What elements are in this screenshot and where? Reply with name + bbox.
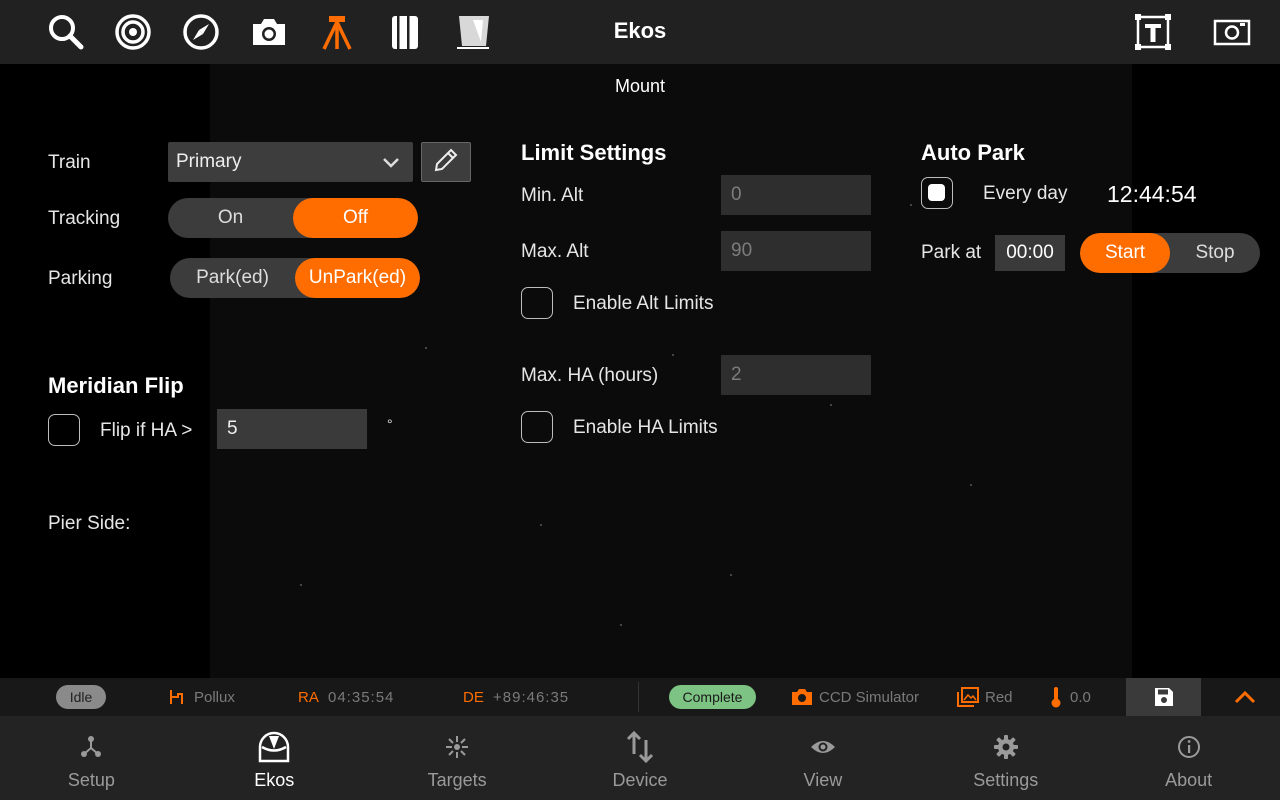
target-icon[interactable]: [113, 12, 153, 52]
screen-icon[interactable]: [1212, 12, 1252, 52]
nav-settings-label: Settings: [973, 770, 1039, 790]
bottom-navigation: Setup Ekos Targets Device View Settings: [0, 716, 1280, 800]
current-time: 12:44:54: [1107, 181, 1197, 207]
nav-about[interactable]: About: [1097, 716, 1280, 800]
train-select[interactable]: Primary: [168, 142, 413, 182]
temperature-status: 0.0: [1050, 678, 1091, 716]
mount-icon: [168, 688, 186, 706]
status-divider: [638, 682, 639, 712]
mount-panel: Mount Train Primary Tracking On Off Park…: [0, 64, 1280, 678]
parking-toggle: Park(ed) UnPark(ed): [170, 258, 420, 298]
filter-status: Red: [957, 678, 1013, 716]
park-option[interactable]: Park(ed): [170, 258, 295, 298]
park-at-input[interactable]: 00:00: [995, 235, 1065, 271]
every-day-checkbox[interactable]: [921, 177, 953, 209]
compass-icon[interactable]: [181, 12, 221, 52]
thermometer-icon: [1050, 686, 1062, 708]
notebook-icon[interactable]: [385, 12, 425, 52]
camera-name: CCD Simulator: [819, 688, 920, 706]
max-ha-input[interactable]: 2: [721, 355, 871, 395]
nav-ekos[interactable]: Ekos: [183, 716, 366, 800]
de-value: +89:46:35: [493, 688, 570, 706]
tripod-icon[interactable]: [317, 12, 357, 52]
min-alt-label: Min. Alt: [521, 185, 584, 206]
setup-icon: [78, 730, 104, 764]
module-title: Mount: [614, 76, 666, 96]
targets-icon: [444, 730, 470, 764]
top-toolbar: Ekos: [0, 0, 1280, 64]
nav-ekos-label: Ekos: [254, 770, 295, 790]
mount-status-badge: Idle: [56, 685, 106, 709]
auto-park-toggle: Start Stop: [1080, 233, 1260, 273]
tracking-toggle: On Off: [168, 198, 418, 238]
auto-park-heading: Auto Park: [921, 140, 1025, 165]
enable-ha-limits-label: Enable HA Limits: [573, 417, 718, 438]
ra-label: RA: [298, 688, 319, 706]
text-frame-icon[interactable]: [1133, 12, 1173, 52]
nav-settings[interactable]: Settings: [914, 716, 1097, 800]
tracking-label: Tracking: [48, 208, 121, 229]
tracking-on-option[interactable]: On: [168, 198, 293, 238]
save-button[interactable]: [1126, 678, 1201, 716]
pier-side-label: Pier Side:: [48, 513, 131, 534]
enable-alt-limits-checkbox[interactable]: [521, 287, 553, 319]
de-label: DE: [463, 688, 484, 706]
unpark-option[interactable]: UnPark(ed): [295, 258, 420, 298]
edit-train-button[interactable]: [421, 142, 471, 182]
train-value: Primary: [176, 151, 242, 172]
parking-label: Parking: [48, 268, 113, 289]
enable-alt-limits-label: Enable Alt Limits: [573, 293, 714, 314]
max-ha-label: Max. HA (hours): [521, 365, 659, 386]
meridian-flip-heading: Meridian Flip: [48, 373, 184, 398]
info-icon: [1176, 730, 1202, 764]
max-alt-label: Max. Alt: [521, 241, 589, 262]
mount-target: Pollux: [168, 678, 235, 716]
nav-device[interactable]: Device: [549, 716, 732, 800]
nav-view[interactable]: View: [731, 716, 914, 800]
train-label: Train: [48, 152, 91, 173]
save-icon: [1154, 687, 1174, 707]
flat-panel-icon[interactable]: [453, 12, 493, 52]
camera-icon[interactable]: [249, 12, 289, 52]
status-bar: Idle Pollux RA 04:35:54 DE +89:46:35 Com…: [0, 678, 1280, 716]
temperature-value: 0.0: [1070, 688, 1091, 706]
flip-ha-input[interactable]: 5: [217, 409, 367, 449]
filter-name: Red: [985, 688, 1013, 706]
nav-device-label: Device: [612, 770, 668, 790]
every-day-label: Every day: [983, 183, 1068, 204]
limit-settings-heading: Limit Settings: [521, 140, 667, 165]
stop-button[interactable]: Stop: [1170, 233, 1260, 273]
camera-status: CCD Simulator: [791, 678, 919, 716]
start-button[interactable]: Start: [1080, 233, 1170, 273]
chevron-down-icon: [381, 152, 401, 178]
gear-icon: [993, 730, 1019, 764]
flip-label: Flip if HA >: [100, 420, 193, 441]
nav-setup[interactable]: Setup: [0, 716, 183, 800]
tracking-off-option[interactable]: Off: [293, 198, 418, 238]
nav-about-label: About: [1165, 770, 1213, 790]
pencil-icon: [433, 147, 459, 178]
capture-status-badge: Complete: [669, 685, 756, 709]
flip-checkbox[interactable]: [48, 414, 80, 446]
search-icon[interactable]: [45, 12, 85, 52]
nav-view-label: View: [803, 770, 843, 790]
expand-up-icon[interactable]: [1234, 678, 1256, 716]
enable-ha-limits-checkbox[interactable]: [521, 411, 553, 443]
degree-unit: °: [387, 416, 393, 432]
app-title: Ekos: [613, 18, 667, 43]
nav-targets[interactable]: Targets: [366, 716, 549, 800]
filter-icon: [957, 687, 979, 707]
eye-icon: [809, 730, 837, 764]
min-alt-input[interactable]: 0: [721, 175, 871, 215]
max-alt-input[interactable]: 90: [721, 231, 871, 271]
device-icon: [625, 730, 655, 764]
nav-setup-label: Setup: [67, 770, 115, 790]
observatory-icon: [257, 730, 291, 764]
nav-targets-label: Targets: [427, 770, 487, 790]
camera-icon: [791, 688, 813, 706]
target-name: Pollux: [194, 688, 235, 706]
ra-value: 04:35:54: [328, 688, 395, 706]
park-at-label: Park at: [921, 242, 982, 263]
